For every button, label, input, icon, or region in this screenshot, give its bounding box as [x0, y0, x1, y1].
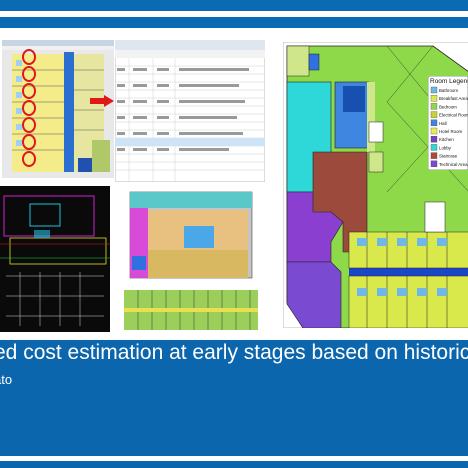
- legend-label: Breakfast Area: [439, 96, 468, 101]
- legend-label: Staircase: [439, 154, 458, 159]
- legend-label: Hotel Room: [439, 129, 463, 134]
- legend-swatch: [430, 86, 438, 94]
- page-subtitle-text: ato: [0, 372, 13, 387]
- legend-label: Bathroom: [439, 88, 458, 93]
- legend-swatch: [430, 95, 438, 102]
- legend-swatch: [430, 111, 438, 118]
- legend-swatch: [430, 152, 438, 159]
- legend-label: Lobby: [439, 145, 452, 150]
- legend-swatch: [430, 119, 438, 126]
- legend-swatch: [430, 144, 438, 151]
- top-divider: [0, 11, 468, 17]
- legend-label: Electrical Room: [439, 113, 468, 118]
- legend-swatch: [430, 103, 438, 110]
- arrow-right-icon: [90, 95, 114, 107]
- schedule-table-screenshot: [115, 40, 265, 182]
- legend-label: Technical Area: [439, 162, 468, 167]
- bim-plan-screenshot: [2, 40, 114, 178]
- legend-swatch: [430, 127, 438, 135]
- legend-swatch: [430, 136, 438, 143]
- legend-label: Kitchen: [439, 137, 454, 142]
- room-legend: Room Legend Bathroom Breakfast Area Bedroom…: [428, 76, 468, 170]
- page-title-text: ed cost estimation at early stages based…: [0, 341, 468, 364]
- page-title: ed cost estimation at early stages based…: [0, 339, 468, 367]
- legend-label: Bedroom: [439, 104, 457, 109]
- bottom-divider: [0, 456, 468, 461]
- colored-floor-plan: [124, 186, 258, 284]
- unit-plan-strip: [124, 290, 258, 330]
- legend-label: Hall: [439, 121, 447, 126]
- legend-swatch: [430, 160, 438, 167]
- cad-drawing: [0, 186, 110, 332]
- legend-title: Room Legend: [430, 78, 468, 85]
